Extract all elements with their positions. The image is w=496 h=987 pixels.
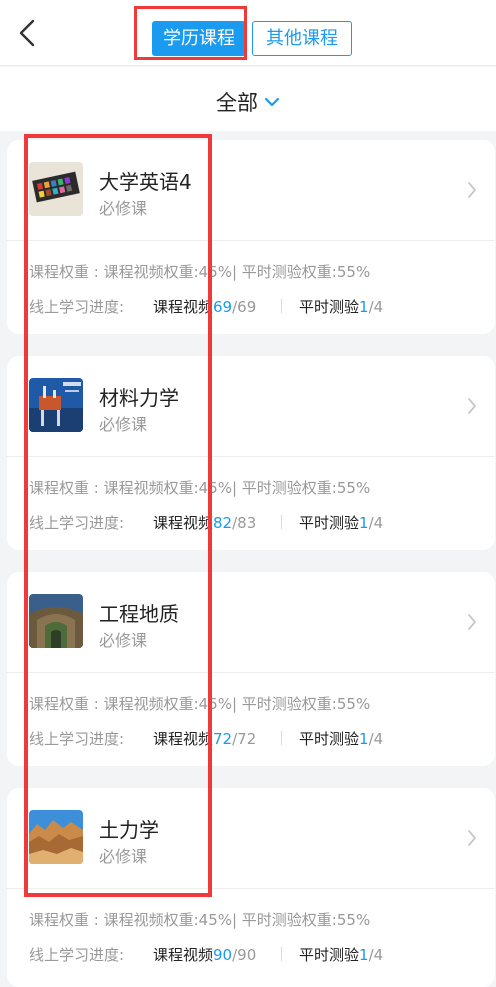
quiz-progress: 平时测验1/4 [299, 946, 384, 964]
progress-line: 线上学习进度: 课程视频90/90 平时测验1/4 [29, 944, 383, 965]
progress-line: 线上学习进度: 课程视频69/69 平时测验1/4 [29, 296, 383, 317]
divider [7, 240, 495, 241]
quiz-progress: 平时测验1/4 [299, 730, 384, 748]
progress-label: 线上学习进度: [29, 514, 125, 532]
filter-dropdown[interactable]: 全部 [216, 87, 280, 117]
progress-label: 线上学习进度: [29, 298, 125, 316]
course-card[interactable]: 大学英语4 必修课 课程权重 : 课程视频权重:45%| 平时测验权重:55% … [7, 140, 495, 334]
divider [7, 672, 495, 673]
course-card[interactable]: 材料力学 必修课 课程权重 : 课程视频权重:45%| 平时测验权重:55% 线… [7, 356, 495, 550]
course-thumbnail [29, 594, 83, 648]
progress-label: 线上学习进度: [29, 730, 125, 748]
progress-separator [281, 731, 282, 745]
course-weight-text: 课程权重 : 课程视频权重:45%| 平时测验权重:55% [29, 911, 371, 929]
top-bar: 学历课程 其他课程 [0, 0, 496, 66]
course-header[interactable]: 大学英语4 必修课 [7, 140, 495, 240]
chevron-right-icon [468, 398, 476, 414]
filter-bar: 全部 [0, 67, 496, 131]
course-header[interactable]: 材料力学 必修课 [7, 356, 495, 456]
course-type: 必修课 [99, 199, 148, 218]
video-progress: 课程视频90/90 [153, 946, 257, 964]
course-thumbnail [29, 810, 83, 864]
course-thumbnail [29, 378, 83, 432]
course-type: 必修课 [99, 631, 148, 650]
progress-separator [281, 299, 282, 313]
progress-line: 线上学习进度: 课程视频82/83 平时测验1/4 [29, 512, 383, 533]
quiz-progress: 平时测验1/4 [299, 514, 384, 532]
course-thumbnail [29, 162, 83, 216]
divider [7, 456, 495, 457]
divider [7, 888, 495, 889]
course-card[interactable]: 土力学 必修课 课程权重 : 课程视频权重:45%| 平时测验权重:55% 线上… [7, 788, 495, 987]
video-progress: 课程视频69/69 [153, 298, 257, 316]
chevron-right-icon [468, 830, 476, 846]
progress-line: 线上学习进度: 课程视频72/72 平时测验1/4 [29, 728, 383, 749]
course-title: 土力学 [99, 818, 159, 842]
filter-label: 全部 [216, 91, 258, 115]
course-weight-text: 课程权重 : 课程视频权重:45%| 平时测验权重:55% [29, 263, 371, 281]
course-weight-text: 课程权重 : 课程视频权重:45%| 平时测验权重:55% [29, 695, 371, 713]
course-title: 材料力学 [99, 386, 179, 410]
progress-label: 线上学习进度: [29, 946, 125, 964]
video-progress: 课程视频82/83 [153, 514, 257, 532]
progress-separator [281, 947, 282, 961]
course-tabs: 学历课程 其他课程 [134, 6, 364, 60]
quiz-progress: 平时测验1/4 [299, 298, 384, 316]
course-header[interactable]: 土力学 必修课 [7, 788, 495, 888]
course-type: 必修课 [99, 415, 148, 434]
course-weight-text: 课程权重 : 课程视频权重:45%| 平时测验权重:55% [29, 479, 371, 497]
chevron-right-icon [468, 614, 476, 630]
course-card[interactable]: 工程地质 必修课 课程权重 : 课程视频权重:45%| 平时测验权重:55% 线… [7, 572, 495, 766]
video-progress: 课程视频72/72 [153, 730, 257, 748]
course-type: 必修课 [99, 847, 148, 866]
tab-highlight-box [134, 6, 247, 60]
course-title: 工程地质 [99, 602, 179, 626]
chevron-down-icon [264, 97, 280, 107]
chevron-right-icon [468, 182, 476, 198]
course-title: 大学英语4 [99, 170, 192, 194]
tab-other-courses[interactable]: 其他课程 [252, 21, 352, 56]
back-arrow-icon[interactable] [14, 16, 42, 50]
progress-separator [281, 515, 282, 529]
course-header[interactable]: 工程地质 必修课 [7, 572, 495, 672]
